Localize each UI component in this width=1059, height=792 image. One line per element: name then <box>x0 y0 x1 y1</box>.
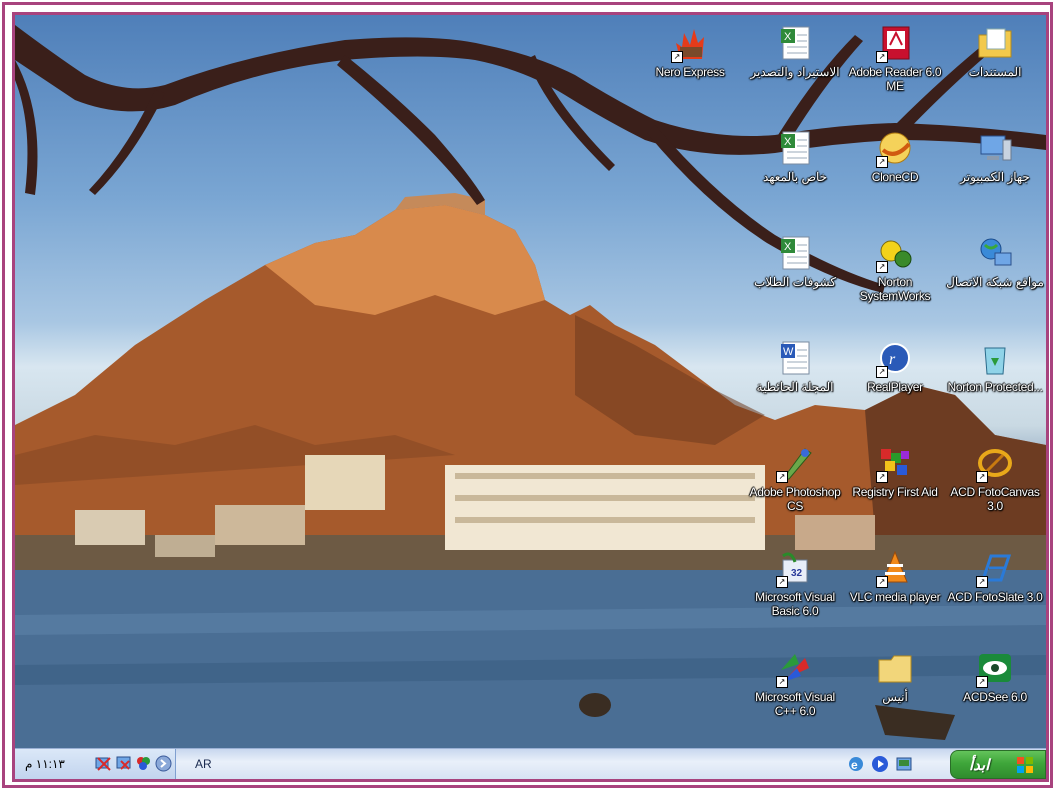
folder-icon <box>877 650 913 686</box>
registry-first-aid-icon: ↗ <box>876 445 913 483</box>
excel-file-icon: X <box>777 25 813 61</box>
icon-label: Microsoft Visual Basic 6.0 <box>755 590 835 618</box>
icon-label: أنيس <box>882 690 908 704</box>
acd-fotoslate-icon: ↗ <box>976 550 1013 588</box>
desktop-icon-my-documents[interactable]: المستندات <box>945 25 1045 79</box>
icon-label: Norton Protected... <box>947 380 1043 394</box>
icon-label: Microsoft Visual C++ 6.0 <box>755 690 835 718</box>
photoshop-icon: ↗ <box>776 445 813 483</box>
desktop-icon-network-places[interactable]: مواقع شبكة الاتصال <box>945 235 1045 289</box>
word-file-icon: W <box>777 340 813 376</box>
icon-label: كشوفات الطلاب <box>754 275 836 289</box>
desktop-icon-photoshop[interactable]: ↗ Adobe Photoshop CS <box>745 445 845 513</box>
svg-text:r: r <box>889 351 896 368</box>
windows-flag-icon <box>1017 757 1033 773</box>
desktop-icon-nero-express[interactable]: ↗ Nero Express <box>640 25 740 79</box>
icon-label: ACD FotoCanvas 3.0 <box>950 485 1040 513</box>
icon-label: المجلة الحائطية <box>756 380 834 394</box>
norton-systemworks-icon: ↗ <box>876 235 913 273</box>
visual-basic-icon: 32 ↗ <box>776 550 813 588</box>
desktop-icon-acd-fotoslate[interactable]: ↗ ACD FotoSlate 3.0 <box>945 550 1045 604</box>
desktop-icon-norton-protected[interactable]: Norton Protected... <box>945 340 1045 394</box>
adobe-reader-icon: ↗ <box>876 25 913 63</box>
desktop-icon-visual-basic[interactable]: 32 ↗ Microsoft Visual Basic 6.0 <box>745 550 845 618</box>
icon-label: CloneCD <box>871 170 919 184</box>
icon-label: جهاز الكمبيوتر <box>960 170 1030 184</box>
taskbar: ١١:١٣ م AR e ابدأ <box>15 748 1046 779</box>
svg-text:X: X <box>784 31 792 43</box>
realplayer-icon: r ↗ <box>876 340 913 378</box>
desktop-icon-clonecd[interactable]: ↗ CloneCD <box>845 130 945 184</box>
icon-label: ACDSee 6.0 <box>963 690 1027 704</box>
desktop-icon-realplayer[interactable]: r ↗ RealPlayer <box>845 340 945 394</box>
security-center-icon[interactable] <box>135 755 152 772</box>
acd-fotocanvas-icon: ↗ <box>976 445 1013 483</box>
visual-cpp-icon: ↗ <box>776 650 813 688</box>
desktop-icon-my-computer[interactable]: جهاز الكمبيوتر <box>945 130 1045 184</box>
icon-label: ACD FotoSlate 3.0 <box>947 590 1043 604</box>
desktop-icon-visual-cpp[interactable]: ↗ Microsoft Visual C++ 6.0 <box>745 650 845 718</box>
nero-express-icon: ↗ <box>671 25 708 63</box>
desktop-icon-norton-systemworks[interactable]: ↗ Norton SystemWorks <box>845 235 945 303</box>
desktop-icon-wall-magazine[interactable]: W المجلة الحائطية <box>745 340 845 394</box>
computer-icon <box>977 130 1013 166</box>
icon-label: المستندات <box>968 65 1022 79</box>
icon-label: Adobe Photoshop CS <box>749 485 841 513</box>
desktop-icon-import-export[interactable]: X الاستيراد والتصدير <box>745 25 845 79</box>
icon-label: Adobe Reader 6.0 ME <box>848 65 942 93</box>
svg-text:X: X <box>784 136 792 148</box>
desktop-icon-registry-first-aid[interactable]: ↗ Registry First Aid <box>845 445 945 499</box>
recycle-bin-icon <box>977 340 1013 376</box>
svg-text:X: X <box>784 241 792 253</box>
icon-label: خاص بالمعهد <box>762 170 828 184</box>
icon-label: الاستيراد والتصدير <box>750 65 840 79</box>
media-player-icon[interactable] <box>871 755 889 773</box>
icon-label: RealPlayer <box>867 380 923 394</box>
folder-icon <box>977 25 1013 61</box>
internet-explorer-icon[interactable]: e <box>847 755 865 773</box>
network-error-icon[interactable] <box>115 755 132 772</box>
excel-file-icon: X <box>777 235 813 271</box>
desktop-icon-institute-file[interactable]: X خاص بالمعهد <box>745 130 845 184</box>
clock[interactable]: ١١:١٣ م <box>25 757 65 771</box>
icon-label: VLC media player <box>849 590 941 604</box>
vlc-cone-icon: ↗ <box>876 550 913 588</box>
network-places-icon <box>977 235 1013 271</box>
network-disconnected-icon[interactable] <box>95 755 112 772</box>
svg-text:e: e <box>851 758 858 772</box>
system-tray: ١١:١٣ م <box>15 749 176 779</box>
excel-file-icon: X <box>777 130 813 166</box>
icon-label: Nero Express <box>655 65 725 79</box>
icon-label: Registry First Aid <box>852 485 938 499</box>
desktop-icon-acdsee[interactable]: ↗ ACDSee 6.0 <box>945 650 1045 704</box>
icon-label: Norton SystemWorks <box>859 275 931 303</box>
clonecd-icon: ↗ <box>876 130 913 168</box>
language-indicator[interactable]: AR <box>195 757 212 771</box>
svg-text:W: W <box>783 346 794 358</box>
desktop[interactable]: ↗ Nero Express X الاستيراد والتصدير ↗ Ad… <box>15 15 1046 748</box>
acdsee-eye-icon: ↗ <box>976 650 1013 688</box>
desktop-icon-student-lists[interactable]: X كشوفات الطلاب <box>745 235 845 289</box>
desktop-icon-anis-folder[interactable]: أنيس <box>845 650 945 704</box>
desktop-icon-adobe-reader[interactable]: ↗ Adobe Reader 6.0 ME <box>845 25 945 93</box>
icon-label: مواقع شبكة الاتصال <box>946 275 1044 289</box>
show-hidden-icons-chevron-icon[interactable] <box>155 755 172 772</box>
desktop-icon-vlc[interactable]: ↗ VLC media player <box>845 550 945 604</box>
screen: ↗ Nero Express X الاستيراد والتصدير ↗ Ad… <box>12 12 1049 782</box>
svg-text:32: 32 <box>791 568 803 579</box>
show-desktop-icon[interactable] <box>895 755 913 773</box>
start-button[interactable]: ابدأ <box>950 750 1046 779</box>
start-label: ابدأ <box>969 758 990 774</box>
desktop-icon-acd-fotocanvas[interactable]: ↗ ACD FotoCanvas 3.0 <box>945 445 1045 513</box>
